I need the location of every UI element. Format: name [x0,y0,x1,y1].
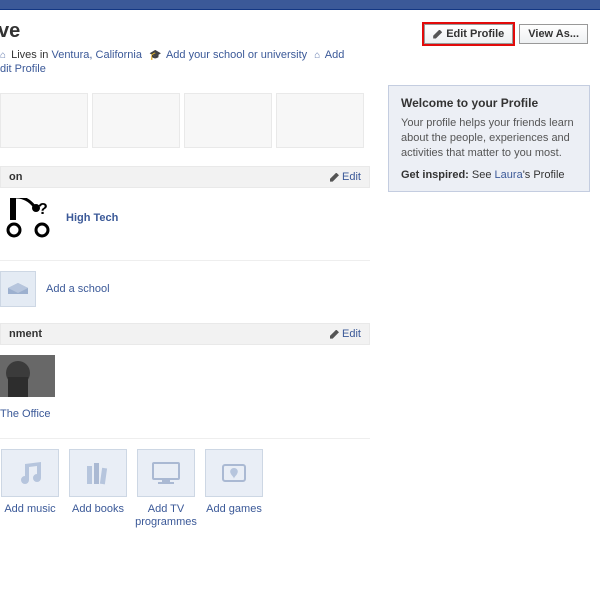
entertainment-item[interactable]: The Office [0,355,55,420]
welcome-title: Welcome to your Profile [401,96,577,110]
education-section-header: on Edit [0,166,370,188]
edit-label: Edit [342,328,361,340]
books-icon [69,449,127,497]
profile-header: ve ⌂ Lives in Ventura, California 🎓 Add … [0,10,600,75]
photo-placeholder[interactable] [0,93,88,148]
welcome-box: Welcome to your Profile Your profile hel… [388,85,590,192]
add-games-tile[interactable]: Add games [204,449,264,529]
add-books-tile[interactable]: Add books [68,449,128,529]
add-music-tile[interactable]: Add music [0,449,60,529]
lives-in-label: Lives in [11,49,48,61]
lives-in-link[interactable]: Ventura, California [51,49,142,61]
welcome-body: Your profile helps your friends learn ab… [401,116,577,161]
pencil-icon [330,330,339,339]
top-nav-bar [0,0,600,10]
education-item[interactable]: ? High Tech [0,198,370,238]
inspire-label: Get inspired: [401,169,469,181]
photo-placeholder[interactable] [184,93,272,148]
pencil-icon [433,30,442,39]
home-icon-2: ⌂ [314,50,320,61]
profile-name: ve [0,20,424,43]
profile-info-line: ⌂ Lives in Ventura, California 🎓 Add you… [0,49,424,61]
inspire-link[interactable]: Laura [495,169,523,181]
education-icon: 🎓 [149,50,161,61]
edit-profile-button-label: Edit Profile [446,28,504,40]
add-school-icon [0,271,36,307]
education-edit-link[interactable]: Edit [330,171,361,183]
add-music-label[interactable]: Add music [4,503,55,516]
education-item-icon: ? [4,198,54,238]
add-more-link[interactable]: Add [325,49,345,61]
photo-placeholder[interactable] [92,93,180,148]
edit-profile-button[interactable]: Edit Profile [424,24,513,44]
svg-text:?: ? [38,201,48,218]
add-tv-label[interactable]: Add TV programmes [135,503,197,529]
entertainment-section-header: nment Edit [0,323,370,345]
add-school-row[interactable]: Add a school [0,271,370,307]
games-icon [205,449,263,497]
entertainment-thumb [0,355,55,397]
entertainment-edit-link[interactable]: Edit [330,328,361,340]
welcome-inspire: Get inspired: See Laura's Profile [401,169,577,181]
add-games-label[interactable]: Add games [206,503,262,516]
home-icon: ⌂ [0,50,6,61]
entertainment-item-name[interactable]: The Office [0,408,55,420]
divider [0,260,370,261]
add-tv-tile[interactable]: Add TV programmes [136,449,196,529]
add-school-link[interactable]: Add your school or university [166,49,307,61]
education-title: on [9,171,330,183]
add-books-label[interactable]: Add books [72,503,124,516]
view-as-button[interactable]: View As... [519,24,588,44]
education-item-name[interactable]: High Tech [66,212,118,224]
divider [0,438,370,439]
pencil-icon [330,173,339,182]
music-icon [1,449,59,497]
photo-strip [0,93,370,148]
add-interest-tiles: Add music Add books Add TV programmes [0,449,370,529]
inspire-after: 's Profile [523,169,565,181]
add-school-action[interactable]: Add a school [46,283,110,295]
tv-icon [137,449,195,497]
entertainment-title: nment [9,328,330,340]
photo-placeholder[interactable] [276,93,364,148]
edit-profile-small-link[interactable]: dit Profile [0,63,46,75]
inspire-before: See [472,169,495,181]
edit-label: Edit [342,171,361,183]
